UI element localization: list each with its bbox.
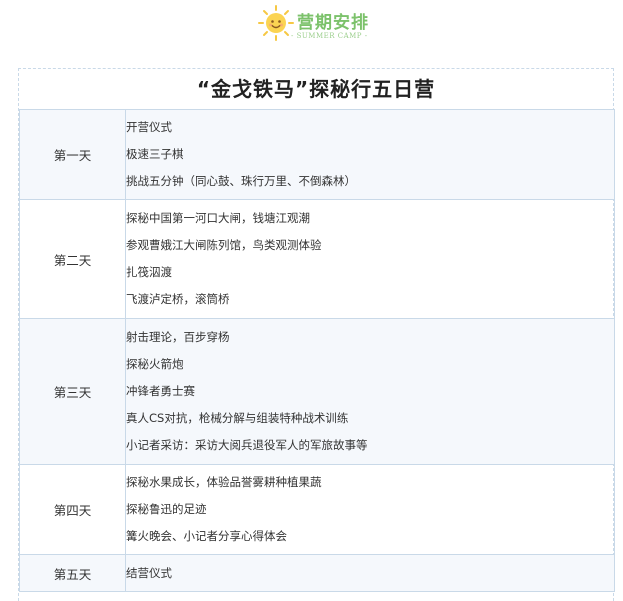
- activity-item: 真人CS对抗，枪械分解与组装特种战术训练: [126, 411, 349, 425]
- logo: 营期安排 - SUMMER CAMP -: [257, 4, 387, 48]
- schedule-card: “金戈铁马”探秘行五日营 第一天 开营仪式 极速三子棋 挑战五分钟（同心鼓、珠行…: [18, 68, 615, 601]
- activity-item: 篝火晚会、小记者分享心得体会: [126, 529, 287, 543]
- activity-item: 探秘水果成长，体验品誉雾耕种植果蔬: [126, 475, 322, 489]
- table-row-day-3: 第三天 射击理论，百步穿杨 探秘火箭炮 冲锋者勇士赛 真人CS对抗，枪械分解与组…: [19, 318, 615, 465]
- activity-cell: 探秘水果成长，体验品誉雾耕种植果蔬 探秘鲁迅的足迹 篝火晚会、小记者分享心得体会: [125, 464, 615, 555]
- activity-item: 探秘中国第一河口大闸，钱塘江观潮: [126, 211, 310, 225]
- table-row-day-5: 第五天 结营仪式: [19, 554, 615, 592]
- activity-item: 飞渡泸定桥，滚筒桥: [126, 292, 230, 306]
- day-label: 第五天: [19, 554, 126, 592]
- activity-cell: 射击理论，百步穿杨 探秘火箭炮 冲锋者勇士赛 真人CS对抗，枪械分解与组装特种战…: [125, 318, 615, 465]
- day-label: 第四天: [19, 464, 126, 555]
- day-label: 第一天: [19, 109, 126, 200]
- logo-subtitle: - SUMMER CAMP -: [291, 32, 368, 40]
- table-row-day-2: 第二天 探秘中国第一河口大闸，钱塘江观潮 参观曹娥江大闸陈列馆，鸟类观测体验 扎…: [19, 199, 615, 319]
- activity-cell: 探秘中国第一河口大闸，钱塘江观潮 参观曹娥江大闸陈列馆，鸟类观测体验 扎筏泅渡 …: [125, 199, 615, 319]
- activity-item: 探秘鲁迅的足迹: [126, 502, 207, 516]
- page-header: 营期安排 - SUMMER CAMP -: [0, 0, 623, 52]
- activity-item: 参观曹娥江大闸陈列馆，鸟类观测体验: [126, 238, 322, 252]
- activity-item: 探秘火箭炮: [126, 357, 184, 371]
- activity-cell: 开营仪式 极速三子棋 挑战五分钟（同心鼓、珠行万里、不倒森林）: [125, 109, 615, 200]
- activity-item: 极速三子棋: [126, 147, 184, 161]
- activity-item: 冲锋者勇士赛: [126, 384, 195, 398]
- table-row-day-4: 第四天 探秘水果成长，体验品誉雾耕种植果蔬 探秘鲁迅的足迹 篝火晚会、小记者分享…: [19, 464, 615, 555]
- activity-item: 挑战五分钟（同心鼓、珠行万里、不倒森林）: [126, 174, 356, 188]
- day-label: 第二天: [19, 199, 126, 319]
- day-label: 第三天: [19, 318, 126, 465]
- activity-item: 结营仪式: [126, 565, 172, 580]
- activity-item: 射击理论，百步穿杨: [126, 330, 230, 344]
- logo-title: 营期安排: [297, 13, 369, 33]
- schedule-table: 第一天 开营仪式 极速三子棋 挑战五分钟（同心鼓、珠行万里、不倒森林） 第二天 …: [19, 109, 615, 592]
- sun-icon: [257, 4, 295, 42]
- card-title: “金戈铁马”探秘行五日营: [196, 77, 436, 101]
- activity-cell: 结营仪式: [125, 554, 615, 592]
- activity-item: 扎筏泅渡: [126, 265, 172, 279]
- activity-item: 开营仪式: [126, 120, 172, 134]
- table-row-day-1: 第一天 开营仪式 极速三子棋 挑战五分钟（同心鼓、珠行万里、不倒森林）: [19, 109, 615, 200]
- activity-item: 小记者采访：采访大阅兵退役军人的军旅故事等: [126, 438, 368, 452]
